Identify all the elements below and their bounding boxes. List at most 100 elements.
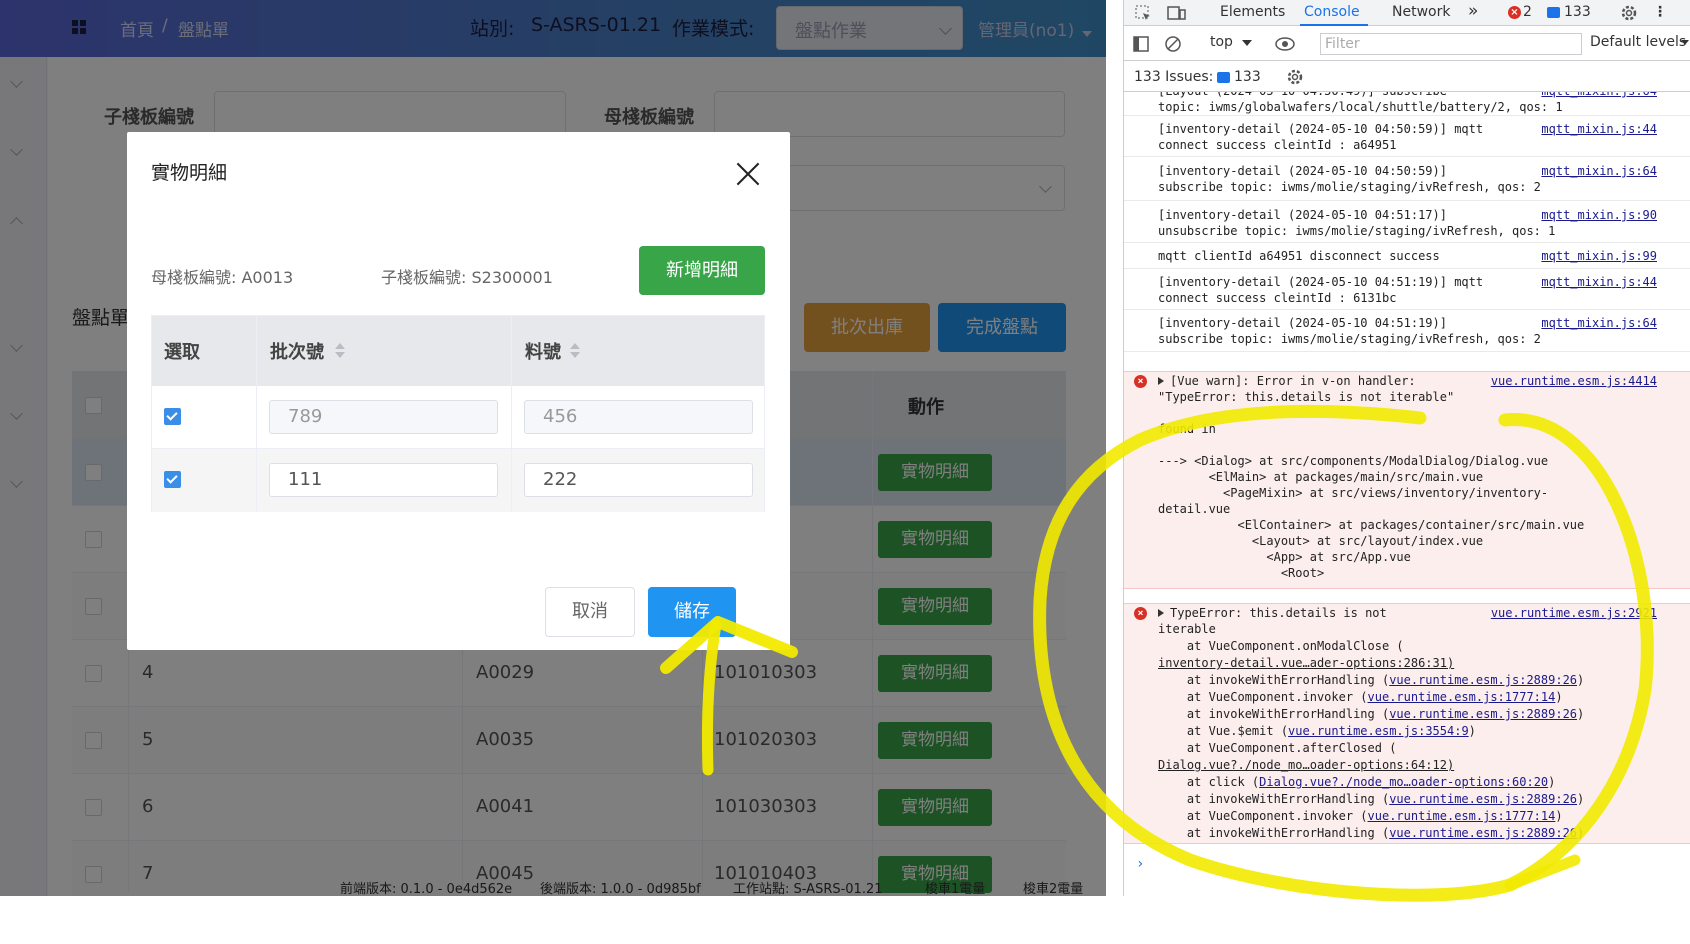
issues-label: 133 Issues: [1134, 69, 1214, 85]
console-toolbar: top Filter Default levels [1124, 27, 1690, 61]
stack-link[interactable]: vue.runtime.esm.js:2889:26 [1389, 707, 1577, 721]
kebab-menu-icon[interactable]: ⋮ [1653, 4, 1667, 20]
dialog-parent-board: 母棧板編號: A0013 [151, 268, 294, 287]
save-button[interactable]: 儲存 [648, 587, 736, 637]
stack-text: at invokeWithErrorHandling ( [1158, 826, 1390, 840]
tab-elements[interactable]: Elements [1220, 4, 1285, 20]
console-output: [Layout (2024-05-10 04:50:49)] subscribe… [1124, 92, 1690, 896]
gear-icon[interactable] [1286, 68, 1304, 86]
detail-row: 789 456 [152, 386, 764, 449]
source-link[interactable]: mqtt_mixin.js:99 [1541, 248, 1657, 264]
console-message: [inventory-detail (2024-05-10 04:51:19)]… [1124, 310, 1690, 352]
part-input[interactable]: 456 [524, 400, 753, 434]
stack-text: at click ( [1158, 775, 1260, 789]
column-divider [511, 316, 512, 511]
console-message: [inventory-detail (2024-05-10 04:51:17)]… [1124, 201, 1690, 243]
error-heading: [Vue warn]: Error in v-on handler: [1170, 374, 1416, 388]
error-count[interactable]: 2 [1523, 4, 1532, 20]
stack-text: at invokeWithErrorHandling ( [1158, 792, 1390, 806]
batch-column-header[interactable]: 批次號 [270, 338, 324, 364]
clear-console-icon[interactable] [1164, 35, 1182, 53]
tab-console[interactable]: Console [1304, 4, 1360, 20]
filter-input[interactable]: Filter [1320, 33, 1582, 55]
console-message: [inventory-detail (2024-05-10 04:50:59)]… [1124, 157, 1690, 201]
error-icon: × [1134, 375, 1147, 388]
stack-link[interactable]: Dialog.vue?./node_mo…oader-options:60:20 [1259, 775, 1548, 789]
row-checkbox-checked[interactable] [164, 408, 181, 425]
console-prompt[interactable]: › [1136, 856, 1144, 872]
expand-triangle-icon[interactable] [1158, 377, 1164, 385]
error-count-icon[interactable]: × [1508, 6, 1521, 19]
context-selector[interactable]: top [1210, 34, 1233, 50]
close-icon[interactable] [732, 158, 764, 190]
error-icon: × [1134, 607, 1147, 620]
row-checkbox-checked[interactable] [164, 471, 181, 488]
source-link[interactable]: mqtt_mixin.js:64 [1541, 92, 1657, 99]
sort-icon[interactable] [570, 343, 580, 359]
device-toolbar-icon[interactable] [1166, 4, 1186, 22]
caret-down-icon[interactable] [1681, 40, 1689, 45]
stack-link[interactable]: vue.runtime.esm.js:2889:26 [1389, 792, 1577, 806]
source-link[interactable]: mqtt_mixin.js:64 [1541, 315, 1657, 331]
stack-link[interactable]: vue.runtime.esm.js:2889:26 [1389, 826, 1577, 840]
sidebar-toggle-icon[interactable] [1132, 35, 1150, 53]
source-link[interactable]: vue.runtime.esm.js:2921 [1491, 605, 1657, 621]
issues-count[interactable]: 133 [1234, 69, 1261, 85]
detail-table-header: 選取 批次號 料號 [152, 316, 764, 386]
source-link[interactable]: mqtt_mixin.js:90 [1541, 207, 1657, 223]
batch-input[interactable]: 789 [269, 400, 498, 434]
gear-icon[interactable] [1620, 4, 1638, 22]
stack-text: at invokeWithErrorHandling ( [1158, 707, 1390, 721]
source-link[interactable]: mqtt_mixin.js:64 [1541, 163, 1657, 179]
stack-link[interactable]: vue.runtime.esm.js:2889:26 [1389, 673, 1577, 687]
active-tab-indicator [1300, 24, 1368, 26]
expand-triangle-icon[interactable] [1158, 609, 1164, 617]
error-heading: TypeError: this.details is not [1170, 606, 1387, 620]
stack-line: at VueComponent.invoker (vue.runtime.esm… [1158, 690, 1563, 704]
stack-link[interactable]: vue.runtime.esm.js:1777:14 [1368, 809, 1556, 823]
stack-line: at invokeWithErrorHandling (vue.runtime.… [1158, 673, 1585, 687]
sort-icon[interactable] [335, 343, 345, 359]
source-link[interactable]: mqtt_mixin.js:44 [1541, 121, 1657, 137]
stack-line: at invokeWithErrorHandling (vue.runtime.… [1158, 792, 1585, 806]
stack-link[interactable]: vue.runtime.esm.js:3554:9 [1288, 724, 1469, 738]
message-count[interactable]: 133 [1564, 4, 1591, 20]
dialog-title: 實物明細 [151, 162, 228, 184]
inspect-element-icon[interactable] [1134, 4, 1152, 22]
stack-line: at invokeWithErrorHandling (vue.runtime.… [1158, 707, 1585, 721]
stack-line: at click (Dialog.vue?./node_mo…oader-opt… [1158, 775, 1556, 789]
batch-input[interactable]: 111 [269, 463, 498, 497]
source-link[interactable]: mqtt_mixin.js:44 [1541, 274, 1657, 290]
stack-text: at invokeWithErrorHandling ( [1158, 673, 1390, 687]
console-message: mqtt clientId a64951 disconnect success … [1124, 243, 1690, 269]
stack-line: at Vue.$emit (vue.runtime.esm.js:3554:9) [1158, 724, 1476, 738]
add-detail-button[interactable]: 新增明細 [639, 246, 765, 295]
tab-network[interactable]: Network [1392, 4, 1450, 20]
more-tabs-icon[interactable]: » [1468, 1, 1478, 21]
app-window: 首頁 / 盤點單 站別: S-ASRS-01.21 作業模式: 盤點作業 管理員… [0, 0, 1106, 896]
issues-icon[interactable] [1217, 72, 1230, 83]
message-count-icon[interactable] [1547, 7, 1560, 18]
dialog-child-board: 子棧板編號: S2300001 [381, 268, 553, 287]
caret-down-icon[interactable] [1242, 40, 1252, 46]
devtools-tabbar: Elements Console Network » × 2 133 ⋮ [1124, 0, 1690, 26]
issues-bar: 133 Issues: 133 [1124, 62, 1690, 92]
part-column-header[interactable]: 料號 [525, 338, 561, 364]
part-input[interactable]: 222 [524, 463, 753, 497]
source-link[interactable]: vue.runtime.esm.js:4414 [1491, 373, 1657, 389]
cancel-button[interactable]: 取消 [545, 587, 635, 637]
detail-dialog: 實物明細 母棧板編號: A0013 子棧板編號: S2300001 新增明細 選… [127, 132, 790, 650]
log-levels-dropdown[interactable]: Default levels [1590, 34, 1686, 50]
stack-text: at VueComponent.invoker ( [1158, 809, 1368, 823]
devtools-panel: Elements Console Network » × 2 133 ⋮ top… [1123, 0, 1690, 896]
stack-line: at VueComponent.invoker (vue.runtime.esm… [1158, 809, 1563, 823]
stack-text: at VueComponent.invoker ( [1158, 690, 1368, 704]
stack-link[interactable]: Dialog.vue?./node_mo…oader-options:64:12… [1158, 757, 1454, 773]
stack-link[interactable]: vue.runtime.esm.js:1777:14 [1368, 690, 1556, 704]
console-error-typeerror: × TypeError: this.details is not vue.run… [1124, 603, 1690, 844]
stack-text: at Vue.$emit ( [1158, 724, 1289, 738]
eye-icon[interactable] [1274, 35, 1296, 53]
stack-line: at VueComponent.onModalClose ( [1158, 639, 1404, 653]
select-column-header: 選取 [164, 342, 200, 363]
stack-link[interactable]: inventory-detail.vue…ader-options:286:31… [1158, 655, 1454, 671]
